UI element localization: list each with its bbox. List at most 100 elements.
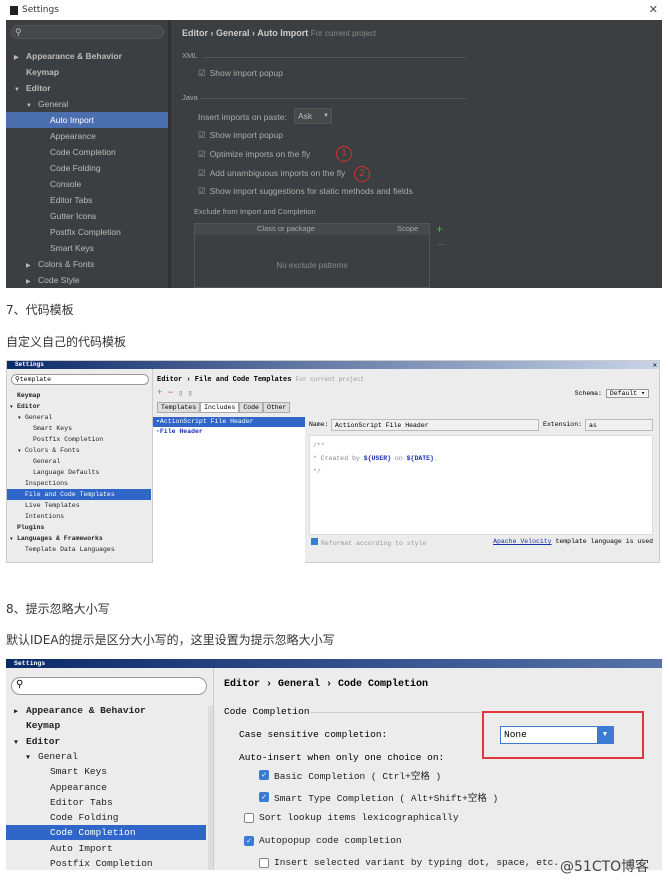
- sidebar-item[interactable]: ▼ General: [7, 412, 151, 423]
- sidebar-item-label: General: [38, 99, 69, 109]
- sidebar-item[interactable]: ▼ Editor: [6, 734, 206, 749]
- insert-imports-dropdown[interactable]: Ask ▼: [294, 108, 332, 124]
- sidebar-item[interactable]: ▶ Code Style: [6, 272, 168, 288]
- sidebar-item[interactable]: Auto Import: [6, 112, 168, 128]
- sidebar-item[interactable]: Code Completion: [6, 825, 206, 841]
- chevron-down-icon[interactable]: ▼: [14, 735, 26, 750]
- sidebar-item[interactable]: ▼ Languages & Frameworks: [7, 533, 151, 544]
- case-sensitive-dropdown[interactable]: None ▼: [500, 726, 614, 744]
- sidebar-item[interactable]: Inspections: [7, 478, 151, 489]
- sidebar-item[interactable]: ▼ General: [6, 749, 206, 764]
- checkbox-icon[interactable]: [244, 812, 254, 823]
- chevron-down-icon: ▼: [597, 727, 613, 743]
- reformat-checkbox[interactable]: Reformat according to style: [311, 538, 426, 547]
- section-heading: 8、提示忽略大小写: [6, 602, 110, 616]
- sidebar-item[interactable]: File and Code Templates: [7, 489, 151, 500]
- sidebar-item[interactable]: Plugins: [7, 522, 151, 533]
- tab[interactable]: Other: [262, 402, 291, 413]
- tab[interactable]: Includes: [200, 402, 240, 413]
- sidebar-item-label: Template Data Languages: [25, 546, 115, 553]
- sidebar-item[interactable]: ▼ Colors & Fonts: [7, 445, 151, 456]
- sidebar-item[interactable]: Console: [6, 176, 168, 192]
- checkbox-icon[interactable]: ✓: [259, 770, 269, 780]
- template-item[interactable]: ▫File Header: [153, 427, 305, 437]
- sidebar-item[interactable]: Smart Keys: [6, 240, 168, 256]
- extension-input[interactable]: as: [585, 419, 653, 431]
- column-header: Class or package: [257, 224, 315, 233]
- sidebar-item-label: Language Defaults: [33, 469, 100, 476]
- sidebar-item[interactable]: ▼ General: [6, 96, 168, 112]
- option-checkbox[interactable]: ✓ Smart Type Completion ( Alt+Shift+空格 ): [259, 790, 498, 804]
- java-option[interactable]: Add unambiguous imports on the fly: [198, 168, 346, 179]
- checkbox-icon[interactable]: [259, 857, 269, 868]
- schema-dropdown[interactable]: Default ▾: [605, 389, 649, 398]
- xml-show-popup-checkbox[interactable]: Show import popup: [198, 68, 283, 79]
- sidebar-item[interactable]: Postfix Completion: [6, 856, 206, 871]
- add-icon[interactable]: +: [436, 222, 443, 236]
- sidebar-item[interactable]: Keymap: [6, 718, 206, 733]
- sidebar-item[interactable]: Smart Keys: [7, 423, 151, 434]
- sidebar-item[interactable]: Gutter Icons: [6, 208, 168, 224]
- sidebar-item[interactable]: Intentions: [7, 511, 151, 522]
- sidebar-item[interactable]: Auto Import: [6, 841, 206, 856]
- option-checkbox[interactable]: ✓ Autopopup code completion: [244, 835, 402, 846]
- sidebar-item[interactable]: Editor Tabs: [6, 795, 206, 810]
- add-icon[interactable]: +: [157, 388, 162, 398]
- sidebar-item[interactable]: Keymap: [7, 390, 151, 401]
- extension-label: Extension:: [543, 421, 583, 428]
- sidebar-item-label: General: [38, 750, 78, 762]
- sidebar-item[interactable]: Postfix Completion: [6, 224, 168, 240]
- java-option[interactable]: Show import suggestions for static metho…: [198, 186, 413, 197]
- sidebar-item[interactable]: General: [7, 456, 151, 467]
- sidebar-item[interactable]: ▼ Editor: [6, 80, 168, 96]
- sidebar-item[interactable]: Language Defaults: [7, 467, 151, 478]
- sidebar-item[interactable]: Code Folding: [6, 160, 168, 176]
- copy-icon[interactable]: ▯: [179, 390, 183, 398]
- sidebar-item-label: Live Templates: [25, 502, 80, 509]
- sidebar-item[interactable]: ▶ Colors & Fonts: [6, 256, 168, 272]
- column-header: Scope: [397, 224, 419, 233]
- sidebar-item[interactable]: Appearance: [6, 128, 168, 144]
- sidebar-item[interactable]: Appearance: [6, 780, 206, 795]
- remove-icon[interactable]: —: [437, 240, 445, 249]
- sidebar-item-label: Keymap: [26, 720, 61, 732]
- scrollbar[interactable]: [208, 706, 213, 870]
- sidebar-item[interactable]: Editor Tabs: [6, 192, 168, 208]
- chevron-down-icon[interactable]: ▼: [26, 750, 38, 765]
- close-icon[interactable]: ✕: [653, 361, 657, 370]
- chevron-right-icon[interactable]: ▶: [26, 274, 38, 290]
- sidebar-item[interactable]: Template Data Languages: [7, 544, 151, 555]
- velocity-link[interactable]: Apache Velocity: [493, 538, 552, 545]
- search-input[interactable]: ⚲template: [11, 374, 149, 385]
- remove-icon[interactable]: −: [168, 388, 173, 398]
- close-icon[interactable]: ✕: [649, 3, 658, 16]
- sidebar-item[interactable]: Code Folding: [6, 810, 206, 825]
- case-sensitive-label: Case sensitive completion:: [239, 729, 388, 740]
- sidebar-item[interactable]: Postfix Completion: [7, 434, 151, 445]
- sidebar-item[interactable]: Keymap: [6, 64, 168, 80]
- sidebar-item[interactable]: ▼ Editor: [7, 401, 151, 412]
- sidebar-item[interactable]: ▶ Appearance & Behavior: [6, 48, 168, 64]
- search-input[interactable]: ⚲: [11, 25, 164, 39]
- sidebar-item[interactable]: Live Templates: [7, 500, 151, 511]
- sidebar-item[interactable]: Code Completion: [6, 144, 168, 160]
- checkbox-icon[interactable]: ✓: [244, 835, 254, 846]
- java-option[interactable]: Show import popup: [198, 130, 283, 141]
- search-input[interactable]: ⚲: [11, 677, 207, 695]
- sidebar-item[interactable]: Smart Keys: [6, 764, 206, 779]
- screenshot-auto-import: Settings ✕ ⚲ ▶ Appearance & Behavior Keyma…: [6, 0, 662, 290]
- template-editor[interactable]: /** * Created by ${USER} on ${DATE}. */: [309, 435, 653, 535]
- java-option[interactable]: Optimize imports on the fly: [198, 149, 311, 160]
- option-checkbox[interactable]: Insert selected variant by typing dot, s…: [259, 857, 559, 868]
- checkbox-icon[interactable]: ✓: [259, 792, 269, 802]
- tab[interactable]: Templates: [157, 402, 201, 413]
- tab[interactable]: Code: [239, 402, 263, 413]
- sidebar-item[interactable]: ▶ Appearance & Behavior: [6, 703, 206, 718]
- reset-icon[interactable]: ▯: [188, 390, 192, 398]
- template-item[interactable]: ▪ActionScript File Header: [153, 417, 305, 427]
- option-checkbox[interactable]: Sort lookup items lexicographically: [244, 812, 459, 823]
- sidebar: ⚲template Keymap ▼ Editor ▼ General Smart Key…: [7, 369, 153, 563]
- chevron-right-icon[interactable]: ▶: [14, 704, 26, 719]
- name-input[interactable]: ActionScript File Header: [331, 419, 539, 431]
- option-checkbox[interactable]: ✓ Basic Completion ( Ctrl+空格 ): [259, 768, 441, 782]
